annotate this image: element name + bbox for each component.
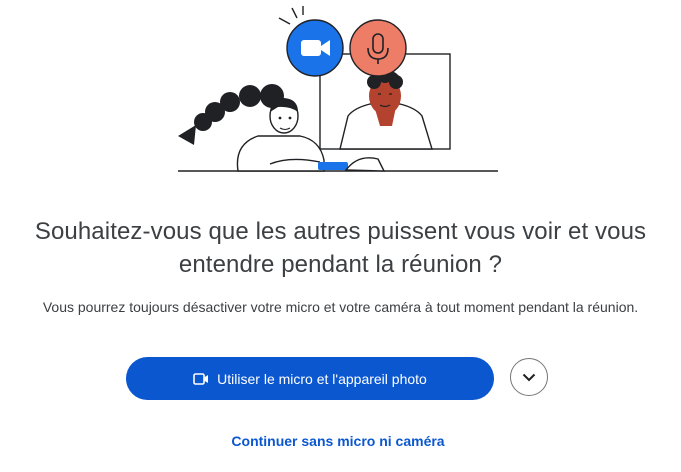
dialog-subtext: Vous pourrez toujours désactiver votre m…	[42, 299, 639, 315]
use-mic-and-camera-button[interactable]: Utiliser le micro et l'appareil photo	[126, 357, 494, 400]
headline-line-1: Souhaitez-vous que les autres puissent v…	[34, 218, 647, 245]
permission-dialog: Souhaitez-vous que les autres puissent v…	[0, 0, 681, 472]
chevron-down-icon	[522, 373, 536, 381]
use-mic-and-camera-label: Utiliser le micro et l'appareil photo	[217, 370, 427, 387]
continue-without-mic-camera-link[interactable]: Continuer sans micro ni caméra	[0, 432, 676, 450]
video-camera-icon	[193, 372, 209, 385]
dialog-headline: Souhaitez-vous que les autres puissent v…	[20, 215, 661, 281]
meeting-illustration	[178, 6, 498, 172]
more-options-button[interactable]	[510, 358, 548, 396]
microphone-bubble	[349, 19, 407, 77]
camera-bubble	[278, 6, 344, 77]
headline-line-2: entendre pendant la réunion ?	[178, 251, 503, 278]
